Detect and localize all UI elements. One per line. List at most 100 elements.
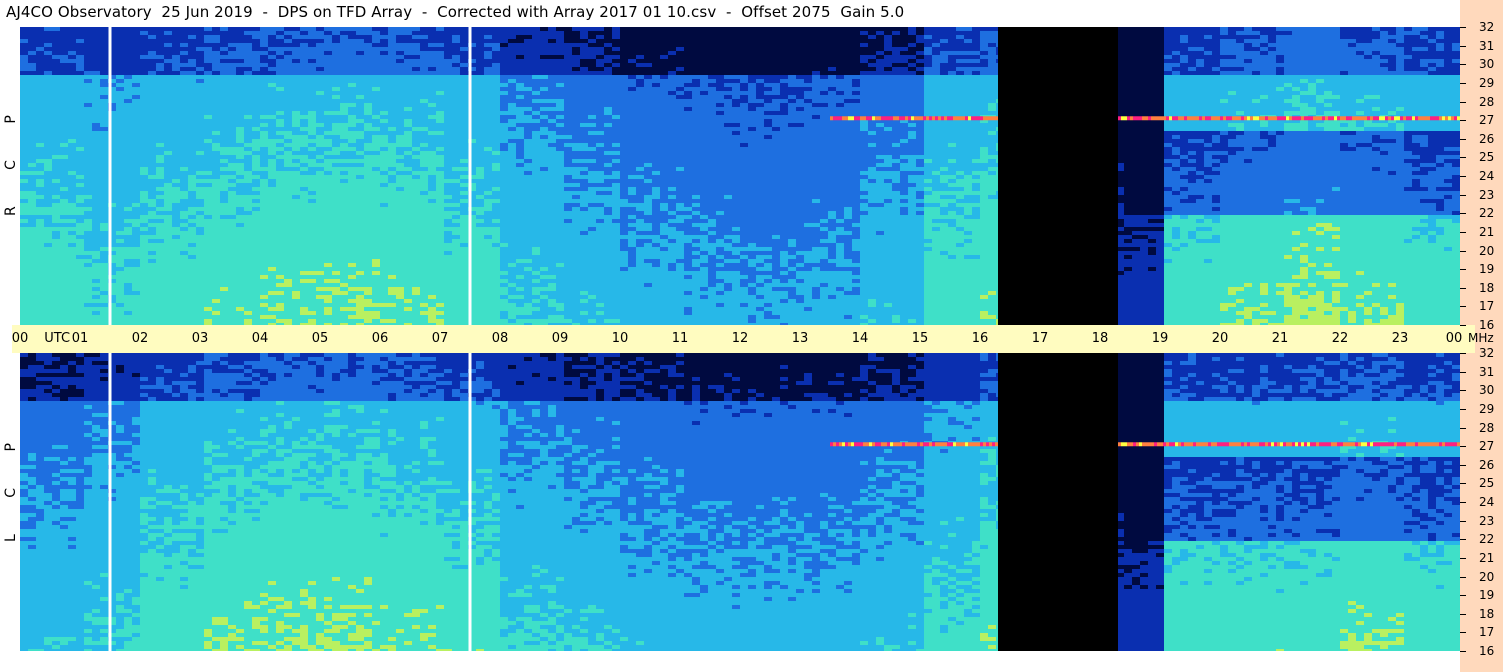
- spectrogram-cell: [340, 43, 349, 48]
- spectrogram-cell: [252, 223, 261, 228]
- spectrogram-cell: [396, 235, 405, 240]
- spectrogram-cell: [460, 175, 469, 180]
- spectrogram-cell: [172, 147, 181, 152]
- spectrogram-cell: [420, 123, 429, 128]
- spectrogram-cell: [340, 207, 349, 212]
- spectrogram-cell: [252, 283, 261, 288]
- spectrogram-cell: [372, 235, 381, 240]
- spectrogram-cell: [268, 235, 277, 240]
- spectrogram-cell: [260, 167, 269, 172]
- spectrogram-cell: [380, 211, 389, 216]
- spectrogram-cell: [492, 103, 501, 108]
- spectrogram-cell: [236, 31, 245, 36]
- spectrogram-cell: [340, 299, 349, 304]
- spectrogram-cell: [324, 159, 333, 164]
- spectrogram-cell: [548, 155, 557, 160]
- spectrogram-cell: [212, 95, 221, 100]
- spectrogram-cell: [308, 147, 317, 152]
- spectrogram-cell: [500, 279, 509, 284]
- spectrogram-cell: [268, 55, 277, 60]
- spectrogram-cell: [180, 239, 189, 244]
- spectrogram-cell: [404, 147, 413, 152]
- spectrogram-cell: [516, 67, 525, 72]
- spectrogram-cell: [324, 267, 333, 272]
- spectrogram-cell: [172, 211, 181, 216]
- spectrogram-cell: [100, 211, 109, 216]
- spectrogram-cell: [156, 27, 165, 32]
- spectrogram-cell: [332, 87, 341, 92]
- spectrogram-cell: [196, 287, 205, 292]
- spectrogram-cell: [244, 199, 253, 204]
- spectrogram-cell: [172, 215, 181, 220]
- spectrogram-cell: [76, 307, 85, 312]
- spectrogram-cell: [164, 115, 173, 120]
- spectrogram-cell: [132, 83, 141, 88]
- spectrogram-cell: [76, 159, 85, 164]
- spectrogram-cell: [68, 291, 77, 296]
- spectrogram-cell: [324, 167, 333, 172]
- spectrogram-cell: [260, 159, 269, 164]
- spectrogram-cell: [348, 279, 357, 284]
- spectrogram-cell: [44, 43, 53, 48]
- spectrogram-cell: [92, 151, 101, 156]
- spectrogram-cell: [148, 223, 157, 228]
- spectrogram-cell: [236, 175, 245, 180]
- spectrogram-cell: [172, 95, 181, 100]
- spectrogram-cell: [116, 123, 125, 128]
- spectrogram-cell: [92, 103, 101, 108]
- spectrogram-cell: [276, 71, 285, 76]
- spectrogram-cell: [164, 71, 173, 76]
- spectrogram-cell: [164, 195, 173, 200]
- spectrogram-cell: [420, 115, 429, 120]
- spectrogram-cell: [268, 71, 277, 76]
- spectrogram-cell: [252, 171, 261, 176]
- spectrogram-cell: [20, 255, 29, 260]
- spectrogram-cell: [404, 251, 413, 256]
- spectrogram-cell: [452, 255, 461, 260]
- spectrogram-cell: [68, 99, 77, 104]
- spectrogram-cell: [364, 179, 373, 184]
- spectrogram-cell: [316, 155, 325, 160]
- spectrogram-cell: [300, 271, 309, 276]
- spectrogram-cell: [20, 303, 29, 308]
- spectrogram-cell: [340, 203, 349, 208]
- spectrogram-cell: [260, 287, 269, 292]
- spectrogram-cell: [92, 255, 101, 260]
- spectrogram-cell: [524, 263, 533, 268]
- spectrogram-cell: [500, 303, 509, 308]
- spectrogram-cell: [444, 311, 453, 316]
- spectrogram-cell: [412, 115, 421, 120]
- spectrogram-cell: [316, 55, 325, 60]
- spectrogram-cell: [140, 235, 149, 240]
- spectrogram-cell: [20, 279, 29, 284]
- spectrogram-cell: [300, 247, 309, 252]
- spectrogram-cell: [252, 115, 261, 120]
- spectrogram-cell: [340, 243, 349, 248]
- spectrogram-cell: [324, 95, 333, 100]
- spectrogram-cell: [60, 171, 69, 176]
- spectrogram-cell: [124, 307, 133, 312]
- spectrogram-cell: [396, 311, 405, 316]
- spectrogram-cell: [188, 251, 197, 256]
- spectrogram-cell: [508, 63, 517, 68]
- spectrogram-cell: [164, 191, 173, 196]
- spectrogram-cell: [316, 231, 325, 236]
- spectrogram-cell: [244, 171, 253, 176]
- spectrogram-cell: [156, 43, 165, 48]
- spectrogram-cell: [476, 303, 485, 308]
- spectrogram-cell: [244, 151, 253, 156]
- spectrogram-cell: [180, 271, 189, 276]
- spectrogram-cell: [276, 223, 285, 228]
- spectrogram-cell: [28, 31, 37, 36]
- spectrogram-cell: [364, 123, 373, 128]
- spectrogram-cell: [500, 67, 509, 72]
- spectrogram-cell: [484, 311, 493, 316]
- spectrogram-cell: [300, 51, 309, 56]
- spectrogram-cell: [172, 199, 181, 204]
- spectrogram-cell: [132, 239, 141, 244]
- spectrogram-cell: [348, 183, 357, 188]
- spectrogram-cell: [540, 131, 549, 136]
- spectrogram-cell: [388, 211, 397, 216]
- spectrogram-cell: [204, 71, 213, 76]
- spectrogram-cell: [68, 287, 77, 292]
